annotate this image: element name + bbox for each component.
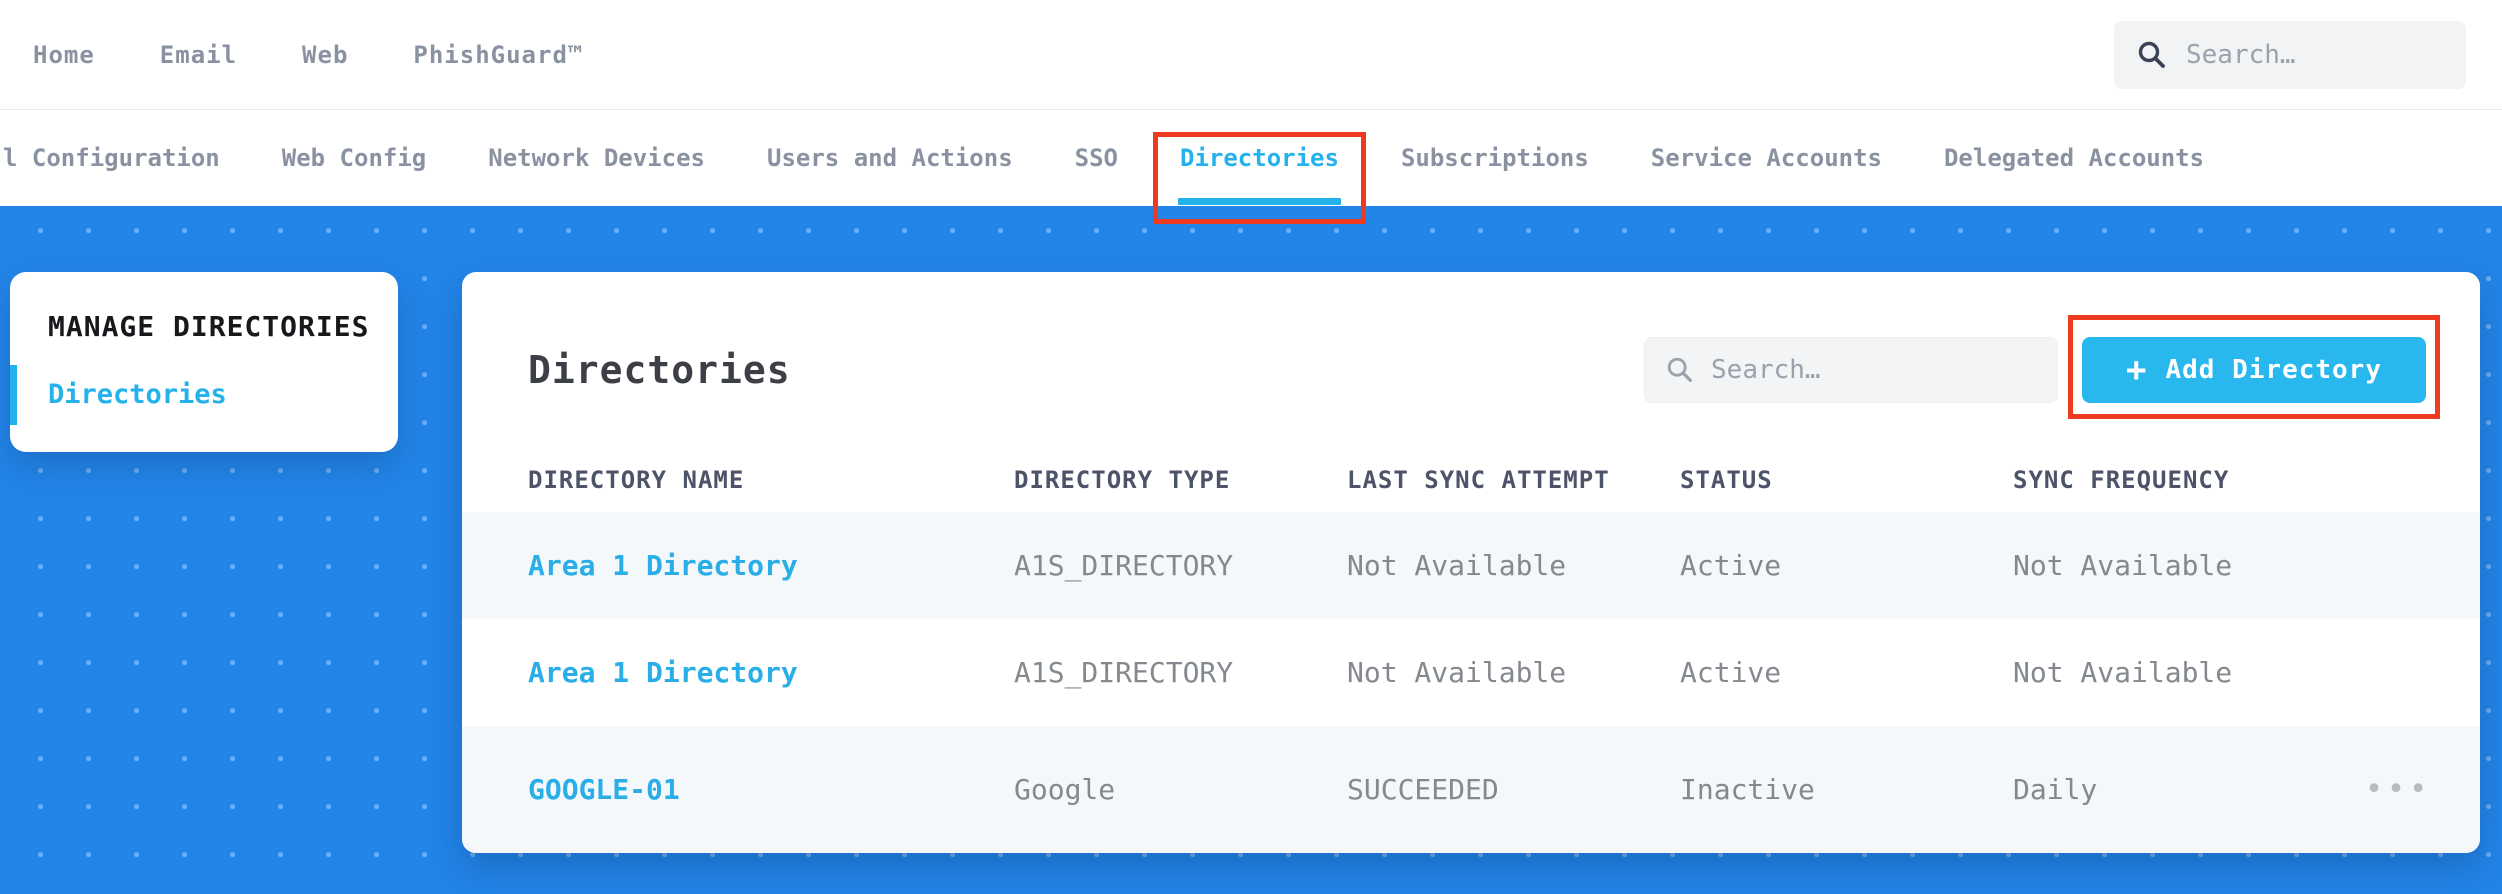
col-status: STATUS: [1680, 466, 1773, 494]
add-directory-label: Add Directory: [2165, 355, 2382, 385]
directories-search-box[interactable]: [1644, 337, 2059, 403]
tab-subscriptions[interactable]: Subscriptions: [1401, 110, 1589, 206]
row-menu-icon[interactable]: •••: [2365, 774, 2431, 805]
tab-web-config[interactable]: Web Config: [282, 110, 427, 206]
directories-search-input[interactable]: [1711, 355, 2038, 385]
global-search-input[interactable]: [2186, 39, 2444, 70]
nav-item-phishguard[interactable]: PhishGuard™: [413, 41, 583, 69]
col-directory-name: DIRECTORY NAME: [528, 466, 745, 494]
table-row: GOOGLE-01 Google SUCCEEDED Inactive Dail…: [462, 726, 2480, 853]
tab-delegated-accounts[interactable]: Delegated Accounts: [1944, 110, 2204, 206]
sidebar-title: MANAGE DIRECTORIES: [48, 310, 370, 343]
add-directory-button[interactable]: + Add Directory: [2082, 337, 2426, 403]
status-cell: Inactive: [1680, 773, 1815, 806]
tab-users-and-actions[interactable]: Users and Actions: [767, 110, 1013, 206]
nav-item-web[interactable]: Web: [302, 41, 348, 69]
tab-network-devices[interactable]: Network Devices: [488, 110, 705, 206]
card-header: Directories + Add Directory: [462, 272, 2480, 419]
directory-name-link[interactable]: GOOGLE-01: [528, 773, 1014, 806]
active-item-indicator: [10, 365, 17, 425]
directory-name-link[interactable]: Area 1 Directory: [528, 656, 1014, 689]
directory-type-cell: A1S_DIRECTORY: [1014, 549, 1234, 582]
col-sync-frequency: SYNC FREQUENCY: [2013, 466, 2230, 494]
content-area: MANAGE DIRECTORIES Directories Directori…: [0, 206, 2502, 894]
table-row: Area 1 Directory A1S_DIRECTORY Not Avail…: [462, 512, 2480, 619]
search-icon: [2138, 41, 2165, 68]
search-icon: [1667, 357, 1692, 382]
actions-cell: •••: [2365, 774, 2480, 805]
last-sync-cell: Not Available: [1347, 549, 1567, 582]
global-search-box[interactable]: [2114, 20, 2466, 89]
page-title: Directories: [528, 348, 791, 392]
sync-frequency-cell: Daily: [2013, 773, 2098, 806]
top-nav: Home Email Web PhishGuard™: [0, 0, 2502, 110]
col-directory-type: DIRECTORY TYPE: [1014, 466, 1231, 494]
tab-directories-label: Directories: [1180, 144, 1339, 172]
manage-directories-card: MANAGE DIRECTORIES Directories: [10, 272, 398, 452]
table-row: Area 1 Directory A1S_DIRECTORY Not Avail…: [462, 619, 2480, 726]
tab-sso[interactable]: SSO: [1075, 110, 1118, 206]
phishguard-admin-screen: Home Email Web PhishGuard™ l Configurati…: [0, 0, 2502, 894]
directory-name-link[interactable]: Area 1 Directory: [528, 549, 1014, 582]
sync-frequency-cell: Not Available: [2013, 549, 2233, 582]
last-sync-cell: Not Available: [1347, 656, 1567, 689]
last-sync-cell: SUCCEEDED: [1347, 773, 1499, 806]
sync-frequency-cell: Not Available: [2013, 656, 2233, 689]
directory-type-cell: A1S_DIRECTORY: [1014, 656, 1234, 689]
tab-service-accounts[interactable]: Service Accounts: [1651, 110, 1882, 206]
nav-item-home[interactable]: Home: [33, 41, 95, 69]
status-cell: Active: [1680, 656, 1782, 689]
plus-icon: +: [2126, 350, 2148, 390]
col-last-sync-attempt: LAST SYNC ATTEMPT: [1347, 466, 1610, 494]
top-nav-items: Home Email Web PhishGuard™: [33, 41, 583, 69]
active-tab-underline: [1178, 198, 1341, 205]
directories-card: Directories + Add Directory: [462, 272, 2480, 853]
directory-type-cell: Google: [1014, 773, 1116, 806]
status-cell: Active: [1680, 549, 1782, 582]
directories-table: DIRECTORY NAME DIRECTORY TYPE LAST SYNC …: [462, 448, 2480, 853]
tab-directories[interactable]: Directories: [1153, 110, 1366, 224]
section-tab-nav: l Configuration Web Config Network Devic…: [0, 110, 2502, 224]
sidebar-item-directories[interactable]: Directories: [10, 365, 398, 425]
add-directory-button-wrap: + Add Directory: [2068, 315, 2440, 419]
table-header-row: DIRECTORY NAME DIRECTORY TYPE LAST SYNC …: [462, 448, 2480, 512]
tab-email-configuration[interactable]: l Configuration: [3, 110, 220, 206]
sidebar-item-label: Directories: [48, 379, 227, 410]
nav-item-email[interactable]: Email: [160, 41, 237, 69]
